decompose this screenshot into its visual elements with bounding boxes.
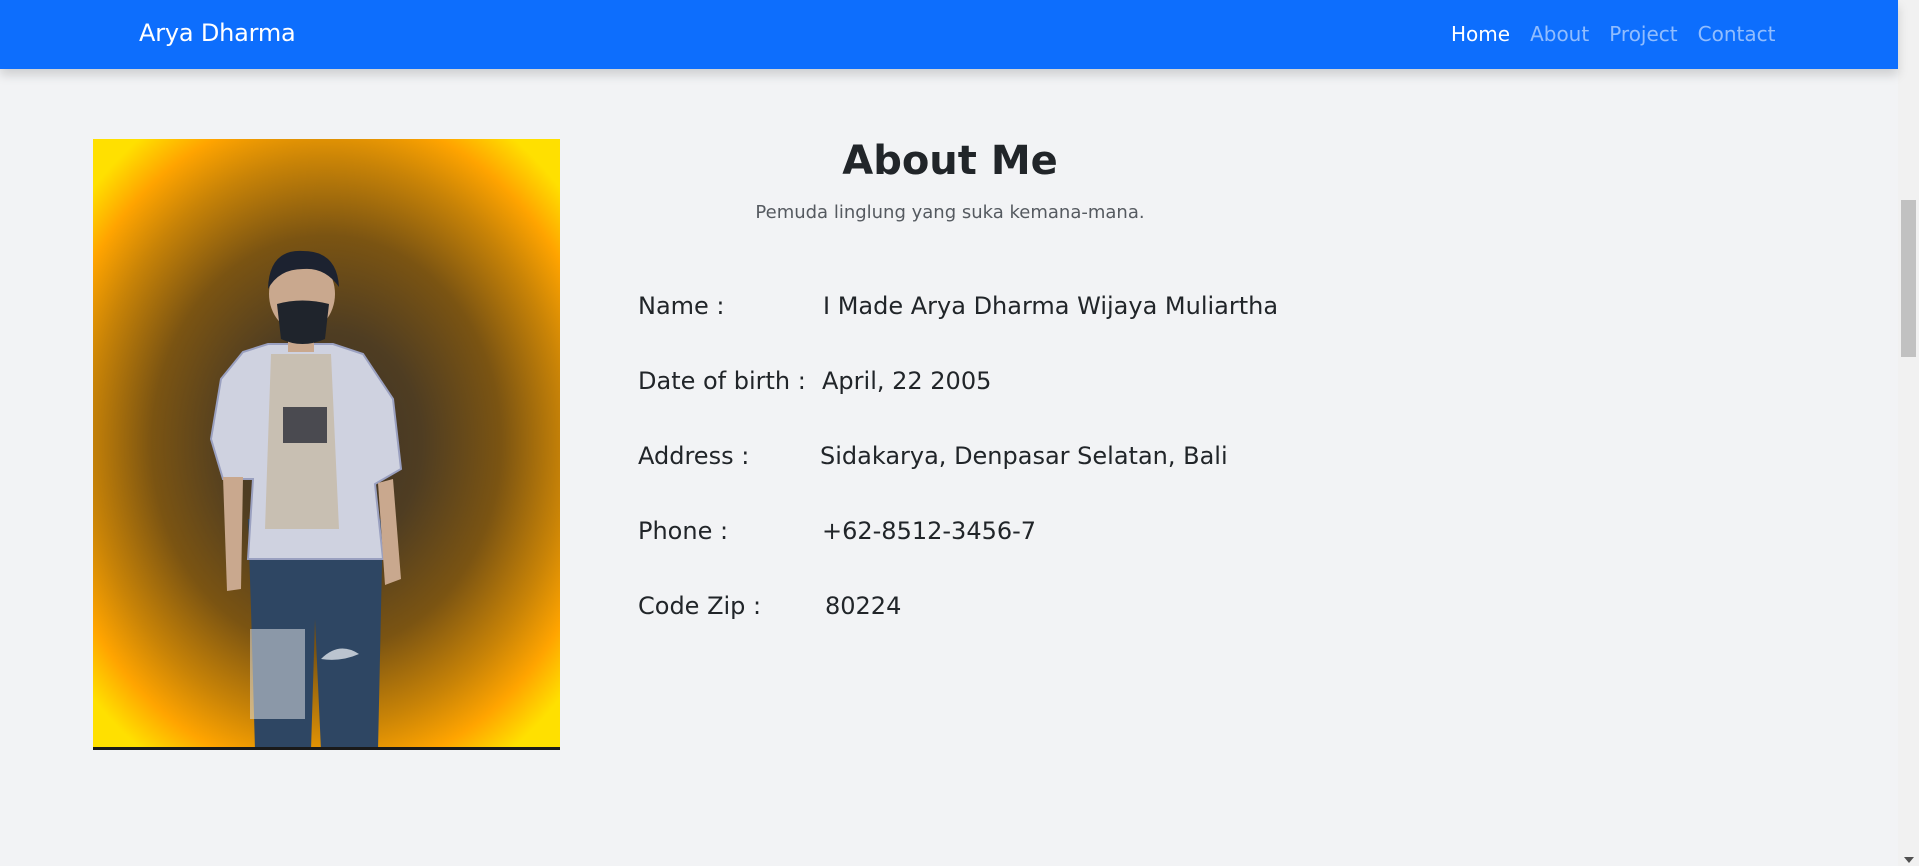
scroll-down-arrow-icon[interactable] xyxy=(1904,857,1914,863)
brand-link[interactable]: Arya Dharma xyxy=(139,19,296,47)
info-value-zip: 80224 xyxy=(825,592,902,620)
navbar: Arya Dharma Home About Project Contact xyxy=(0,0,1898,69)
scrollbar[interactable] xyxy=(1898,0,1919,866)
info-label-name: Name : xyxy=(638,292,725,320)
about-title: About Me xyxy=(842,138,1058,184)
info-label-address: Address : xyxy=(638,442,750,470)
person-figure xyxy=(209,250,403,747)
page: Arya Dharma Home About Project Contact A… xyxy=(0,0,1919,866)
info-label-dob: Date of birth : xyxy=(638,367,806,395)
profile-photo xyxy=(93,139,560,750)
info-value-dob: April, 22 2005 xyxy=(822,367,992,395)
nav-link-project[interactable]: Project xyxy=(1609,22,1677,46)
info-value-name: I Made Arya Dharma Wijaya Muliartha xyxy=(823,292,1279,320)
nav-links: Home About Project Contact xyxy=(1451,22,1795,46)
info-label-phone: Phone : xyxy=(638,517,729,545)
about-subtitle: Pemuda linglung yang suka kemana-mana. xyxy=(755,202,1145,223)
nav-link-home[interactable]: Home xyxy=(1451,22,1510,46)
info-value-phone: +62-8512-3456-7 xyxy=(822,517,1037,545)
info-value-address: Sidakarya, Denpasar Selatan, Bali xyxy=(820,442,1228,470)
info-label-zip: Code Zip : xyxy=(638,592,762,620)
nav-link-contact[interactable]: Contact xyxy=(1698,22,1776,46)
nav-link-about[interactable]: About xyxy=(1530,22,1589,46)
scrollbar-thumb[interactable] xyxy=(1901,200,1916,357)
